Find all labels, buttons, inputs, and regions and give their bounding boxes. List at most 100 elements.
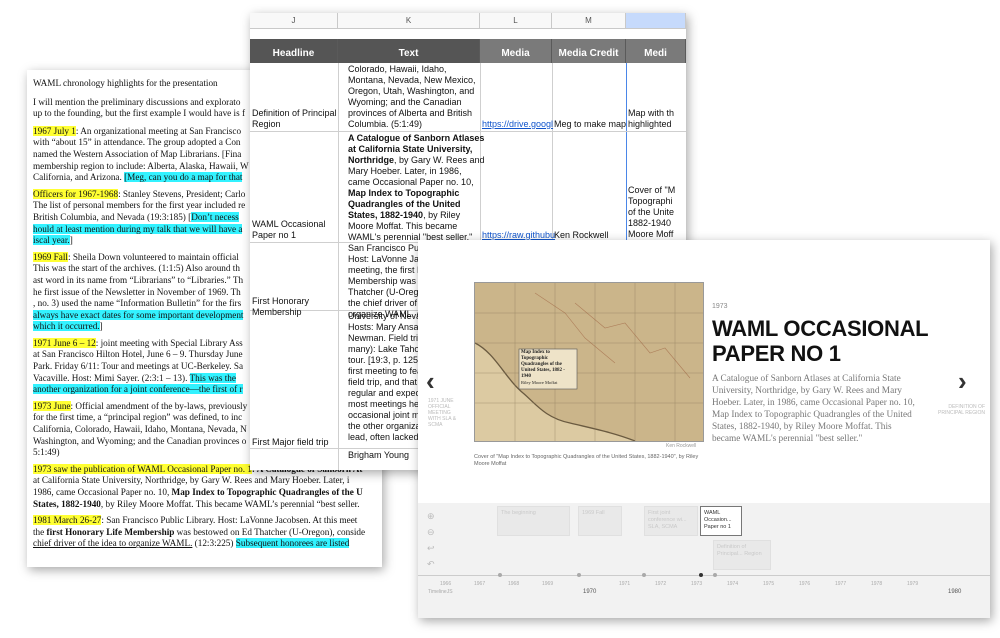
map-illustration [475, 283, 703, 441]
timeline-panel: ‹ 1971 JUNE OFFICIAL MEETING WITH SLA & … [418, 240, 990, 618]
zoom-in-icon[interactable]: ⊕ [427, 511, 435, 522]
cell-media-link-row1[interactable]: https://drive.googl [482, 119, 553, 130]
column-header-n[interactable] [626, 13, 686, 29]
doc-text: chief driver of the idea to organize WAM… [33, 538, 193, 549]
undo-icon[interactable]: ↶ [427, 559, 435, 570]
timeline-marker[interactable]: 1969 Fall [578, 506, 622, 536]
tick-label: 1970 [583, 589, 597, 595]
doc-text: Washington, and Wyoming; and the Canadia… [33, 435, 247, 446]
cell-text-row2[interactable]: A Catalogue of Sanborn Atlases at Califo… [348, 133, 488, 243]
doc-text: ast word in its name from “Librarians” t… [33, 274, 244, 285]
doc-note: [Meg, can you do a map for that [124, 172, 243, 183]
doc-note: Don’t necess [191, 211, 239, 222]
timeline-dot-active[interactable] [699, 573, 703, 577]
doc-text: : An organizational meeting at San Franc… [75, 125, 242, 136]
tick-label: 1976 [799, 581, 811, 587]
column-header-k[interactable]: K [338, 13, 480, 29]
doc-text: California, and Arizona. [33, 172, 125, 183]
slide-description: A Catalogue of Sanborn Atlases at Califo… [712, 374, 915, 444]
tick-label: 1966 [440, 581, 452, 587]
doc-text: Map Index to Topographic Quadrangles of … [171, 487, 363, 497]
doc-intro-1: I will mention the preliminary discussio… [33, 96, 241, 107]
doc-note: Subsequent honorees are listed [235, 538, 350, 549]
cell-text-row1[interactable]: Colorado, Hawaii, Idaho, Montana, Nevada… [348, 64, 488, 130]
next-slide-arrow-icon[interactable]: › [958, 366, 967, 397]
tick-label: 1978 [871, 581, 883, 587]
date-officers: Officers for 1967-1968 [33, 188, 119, 199]
doc-note: This was the [189, 372, 236, 383]
date-1981: 1981 March 26-27 [33, 515, 102, 526]
cell-caption-row2[interactable]: Cover of "M Topographi of the Unite 1882… [628, 185, 675, 240]
zoom-out-icon[interactable]: ⊖ [427, 527, 435, 538]
doc-text: he first issue of the Newsletter in Nove… [33, 286, 241, 297]
column-header-m[interactable]: M [552, 13, 626, 29]
timeline-dot[interactable] [713, 573, 717, 577]
doc-text: for the first time, a “principal region”… [33, 412, 243, 423]
doc-text: : Sheila Down volunteered to maintain of… [67, 251, 239, 262]
media-caption: Cover of "Map Index to Topographic Quadr… [474, 454, 699, 467]
doc-text: at California State University, Northrid… [33, 475, 350, 486]
cell-headline-row2[interactable]: WAML Occasional Paper no 1 [252, 219, 338, 241]
tick-label: 1977 [835, 581, 847, 587]
cell-headline-row4[interactable]: First Major field trip [252, 437, 338, 448]
timeline-marker[interactable]: First joint conference wi... SLA, SCMA [644, 506, 698, 536]
column-header-l[interactable]: L [480, 13, 552, 29]
header-media-caption[interactable]: Medi [626, 39, 686, 63]
media-image: Map Index to Topographic Quadrangles of … [474, 282, 704, 442]
doc-text: the [33, 526, 47, 537]
header-media[interactable]: Media [480, 39, 552, 63]
header-text[interactable]: Text [338, 39, 480, 63]
doc-note: hould at least mention during my talk th… [33, 223, 243, 234]
doc-text: ] [99, 321, 103, 332]
map-label: Map Index to Topographic Quadrangles of … [521, 350, 565, 379]
doc-text: The list of personal members for the fir… [33, 200, 246, 211]
tick-label: 1968 [508, 581, 520, 587]
header-headline[interactable]: Headline [250, 39, 338, 63]
date-1969: 1969 Fall [33, 251, 68, 262]
doc-text: California, Colorado, Hawaii, Idaho, Mon… [33, 424, 247, 435]
doc-text: Park. Friday 6/11: Tour and meetings at … [33, 361, 244, 372]
tick-label: 1967 [474, 581, 486, 587]
tick-label: 1969 [542, 581, 554, 587]
cell-headline-row3[interactable]: First Honorary Membership [252, 296, 338, 318]
map-author: Riley Moore Moffat [521, 380, 558, 385]
cell-headline-row1[interactable]: Definition of Principal Region [252, 108, 338, 130]
timeline-navigator[interactable]: ⊕ ⊖ ↩ ↶ The beginning 1969 Fall First jo… [418, 503, 990, 618]
cell-credit-row1[interactable]: Meg to make map [554, 119, 626, 130]
doc-1973-paper: 1973 saw the publication of WAML Occasio… [33, 463, 382, 510]
timeline-dot[interactable] [642, 573, 646, 577]
doc-text: British Columbia, and Nevada (19:3:185) … [33, 211, 192, 222]
next-slide-label[interactable]: DEFINITION OF PRINCIPAL REGION [935, 404, 985, 416]
doc-text: first Honorary Life Membership [46, 526, 175, 537]
tick-label: 1973 [691, 581, 703, 587]
cell-caption-row1[interactable]: Map with th highlighted [628, 108, 674, 130]
doc-text: Vacaville. Host: Mimi Sayer. (2:3:1 – 13… [33, 372, 190, 383]
date-1971: 1971 June 6 – 12 [33, 337, 96, 348]
column-header-j[interactable]: J [250, 13, 338, 29]
media-credit: Ken Rockwell [666, 443, 697, 449]
doc-text: This was the start of the archives. (1:1… [33, 263, 240, 274]
date-1967: 1967 July 1 [33, 125, 76, 136]
doc-1981: 1981 March 26-27: San Francisco Public L… [33, 515, 382, 550]
timeline-marker[interactable]: Definition of Principal... Region [713, 540, 771, 570]
doc-intro-2: up to the founding, but the first exampl… [33, 108, 246, 119]
prev-slide-label[interactable]: 1971 JUNE OFFICIAL MEETING WITH SLA & SC… [428, 398, 464, 428]
tick-label: 1971 [619, 581, 631, 587]
prev-slide-arrow-icon[interactable]: ‹ [426, 366, 435, 397]
timeline-marker[interactable]: The beginning [497, 506, 570, 536]
timeline-marker-active[interactable]: WAML Occasion... Paper no 1 [700, 506, 742, 536]
header-media-credit[interactable]: Media Credit [552, 39, 626, 63]
slide-title: WAML OCCASIONAL PAPER NO 1 [712, 316, 928, 366]
doc-text: : San Francisco Public Library. Host: La… [101, 515, 358, 526]
doc-text: , no. 3) used the name “Information Bull… [33, 298, 242, 309]
timeline-axis [418, 575, 990, 576]
doc-text: membership region to include: Alberta, A… [33, 160, 249, 171]
doc-text: 5:1:49) [33, 447, 60, 458]
tick-label: 1979 [907, 581, 919, 587]
timelinejs-brand[interactable]: TimelineJS [428, 589, 453, 595]
back-to-start-icon[interactable]: ↩ [427, 543, 435, 554]
date-1973-paper: 1973 saw the publication of WAML Occasio… [33, 463, 252, 474]
grid-line [250, 131, 686, 132]
timeline-dot[interactable] [498, 573, 502, 577]
timeline-dot[interactable] [577, 573, 581, 577]
